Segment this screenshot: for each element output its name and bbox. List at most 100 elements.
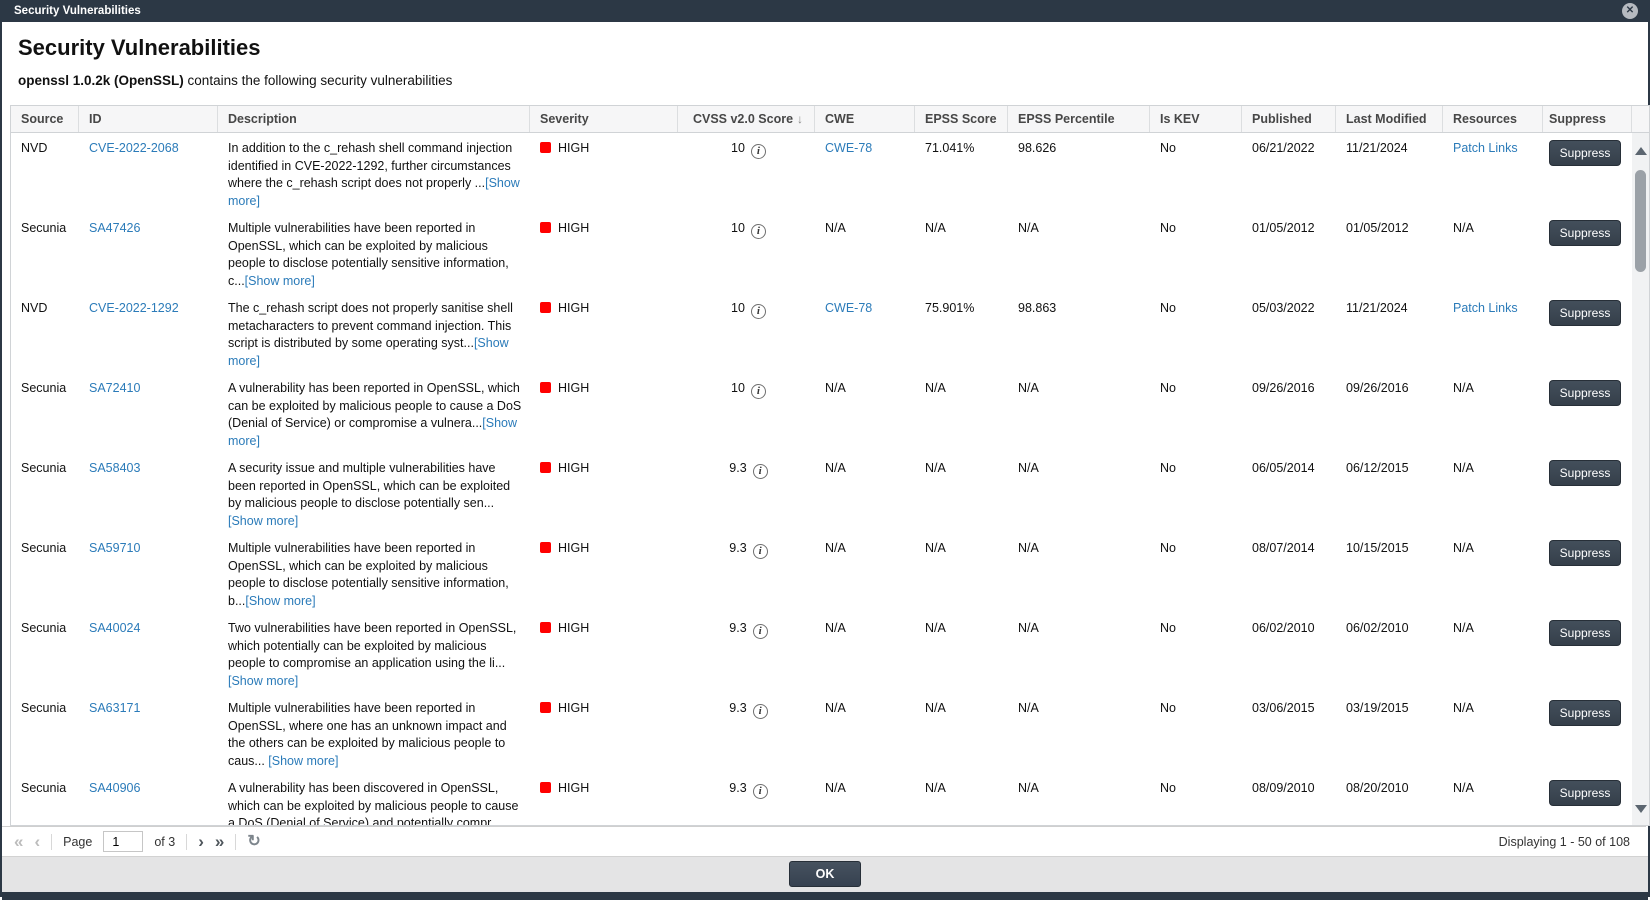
vulnerability-id-link[interactable]: SA47426 [89,221,140,235]
vulnerability-id-link[interactable]: CVE-2022-1292 [89,301,179,315]
cwe-link[interactable]: CWE-78 [825,141,872,155]
suppress-button[interactable]: Suppress [1549,460,1621,486]
description-text: In addition to the c_rehash shell comman… [228,141,512,190]
toolbar-separator [186,834,187,850]
column-header-cwe[interactable]: CWE [815,106,915,132]
column-header-epss-pct[interactable]: EPSS Percentile [1008,106,1150,132]
cell-description: A security issue and multiple vulnerabil… [218,453,530,533]
cell-resources: Patch Links [1443,293,1543,373]
show-more-link[interactable]: [Show more] [245,274,315,288]
info-icon[interactable]: i [753,464,768,479]
severity-label: HIGH [558,701,589,715]
column-header-iskev[interactable]: Is KEV [1150,106,1242,132]
column-header-severity[interactable]: Severity [530,106,678,132]
info-icon[interactable]: i [753,704,768,719]
show-more-link[interactable]: [Show more] [228,674,298,688]
vulnerability-id-link[interactable]: SA40906 [89,781,140,795]
suppress-button[interactable]: Suppress [1549,620,1621,646]
subtitle: openssl 1.0.2k (OpenSSL) contains the fo… [18,73,1648,89]
vertical-scrollbar[interactable] [1632,133,1649,825]
resources-link: N/A [1453,781,1474,795]
column-header-epss-score[interactable]: EPSS Score [915,106,1008,132]
cell-description: Multiple vulnerabilities have been repor… [218,533,530,613]
cwe-link: N/A [825,621,846,635]
cell-resources: N/A [1443,613,1543,693]
show-more-link[interactable]: [Show more] [228,514,298,528]
page-label: Page [63,835,92,849]
cell-suppress: Suppress [1543,613,1632,693]
cell-id: SA47426 [79,213,218,293]
severity-label: HIGH [558,621,589,635]
show-more-link[interactable]: [Show more] [245,594,315,608]
cell-resources: N/A [1443,213,1543,293]
cvss-value: 9.3 [729,541,746,555]
resources-link[interactable]: Patch Links [1453,141,1518,155]
column-header-source[interactable]: Source [11,106,79,132]
cell-is-kev: No [1150,693,1242,773]
cell-cvss-score: 10i [678,213,815,293]
window-bottom-border [2,892,1648,900]
scrollbar-thumb[interactable] [1635,170,1646,272]
column-header-modified[interactable]: Last Modified [1336,106,1443,132]
cell-source: Secunia [11,453,79,533]
ok-button[interactable]: OK [789,861,861,887]
suppress-button[interactable]: Suppress [1549,540,1621,566]
vulnerability-id-link[interactable]: SA40024 [89,621,140,635]
suppress-button[interactable]: Suppress [1549,300,1621,326]
suppress-button[interactable]: Suppress [1549,700,1621,726]
suppress-button[interactable]: Suppress [1549,220,1621,246]
close-icon[interactable]: ✕ [1622,3,1638,19]
dialog-titlebar: Security Vulnerabilities ✕ [2,0,1648,22]
info-icon[interactable]: i [751,224,766,239]
cell-severity: HIGH [530,133,678,213]
page-number-input[interactable] [103,831,143,852]
table-row: Secunia SA40906 A vulnerability has been… [11,773,1632,825]
description-text: A vulnerability has been reported in Ope… [228,381,521,430]
cell-description: Multiple vulnerabilities have been repor… [218,693,530,773]
info-icon[interactable]: i [751,384,766,399]
vulnerability-id-link[interactable]: CVE-2022-2068 [89,141,179,155]
info-icon[interactable]: i [751,144,766,159]
column-header-suppress[interactable]: Suppress [1543,106,1632,132]
cell-last-modified: 11/21/2024 [1336,133,1443,213]
vulnerability-id-link[interactable]: SA72410 [89,381,140,395]
column-header-description[interactable]: Description [218,106,530,132]
suppress-button[interactable]: Suppress [1549,380,1621,406]
info-icon[interactable]: i [753,784,768,799]
cell-cwe: CWE-78 [815,293,915,373]
scroll-down-icon[interactable] [1635,805,1647,813]
vulnerability-id-link[interactable]: SA59710 [89,541,140,555]
refresh-icon[interactable]: ↻ [247,832,260,852]
severity-swatch [540,142,551,153]
vulnerability-id-link[interactable]: SA58403 [89,461,140,475]
info-icon[interactable]: i [751,304,766,319]
scroll-up-icon[interactable] [1635,147,1647,155]
paging-toolbar: « ‹ Page of 3 › » ↻ Displaying 1 - 50 of… [2,826,1646,856]
grid-rows: NVD CVE-2022-2068 In addition to the c_r… [11,133,1632,825]
next-page-button[interactable]: › [198,832,204,852]
show-more-link[interactable]: [Show more] [268,754,338,768]
cell-cwe: N/A [815,773,915,825]
table-row: NVD CVE-2022-2068 In addition to the c_r… [11,133,1632,213]
column-header-resources[interactable]: Resources [1443,106,1543,132]
cell-source: Secunia [11,533,79,613]
last-page-button[interactable]: » [215,832,224,852]
severity-swatch [540,382,551,393]
severity-label: HIGH [558,221,589,235]
info-icon[interactable]: i [753,544,768,559]
resources-link[interactable]: Patch Links [1453,301,1518,315]
suppress-button[interactable]: Suppress [1549,140,1621,166]
cell-cvss-score: 9.3i [678,693,815,773]
cwe-link[interactable]: CWE-78 [825,301,872,315]
vulnerability-id-link[interactable]: SA63171 [89,701,140,715]
column-header-id[interactable]: ID [79,106,218,132]
column-header-cvss[interactable]: CVSS v2.0 Score↓ [678,106,815,132]
first-page-button[interactable]: « [14,832,23,852]
prev-page-button[interactable]: ‹ [34,832,40,852]
suppress-button[interactable]: Suppress [1549,780,1621,806]
resources-link: N/A [1453,381,1474,395]
cell-severity: HIGH [530,293,678,373]
column-header-published[interactable]: Published [1242,106,1336,132]
header-scrollbar-spacer [1632,106,1649,132]
info-icon[interactable]: i [753,624,768,639]
